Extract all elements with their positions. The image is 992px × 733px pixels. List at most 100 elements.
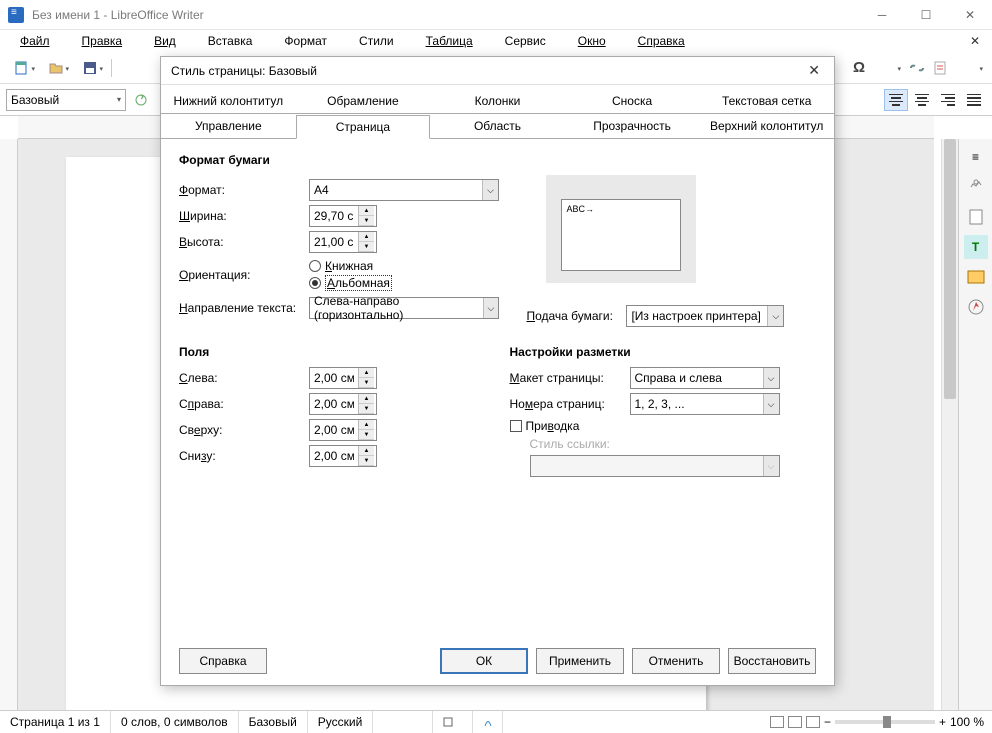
label-refstyle: Стиль ссылки:	[530, 437, 630, 451]
app-icon	[8, 7, 24, 23]
status-selection-mode[interactable]	[433, 711, 473, 733]
papertray-combo[interactable]: [Из настроек принтера]⌵	[626, 305, 784, 327]
dialog-tabs: Нижний колонтитул Обрамление Колонки Сно…	[161, 85, 834, 139]
dialog-title: Стиль страницы: Базовый	[171, 64, 804, 78]
zoom-slider[interactable]: − +	[824, 715, 946, 729]
open-button[interactable]	[40, 57, 72, 79]
close-button[interactable]: ✕	[948, 0, 992, 30]
margin-top-spinner[interactable]: ▲▼	[309, 419, 377, 441]
tab-area[interactable]: Область	[430, 114, 565, 138]
tab-footer[interactable]: Нижний колонтитул	[161, 89, 296, 113]
tab-transparency[interactable]: Прозрачность	[565, 114, 700, 138]
label-orientation: Ориентация:	[179, 268, 309, 282]
vertical-ruler[interactable]	[0, 139, 18, 710]
window-titlebar: Без имени 1 - LibreOffice Writer ─ ☐ ✕	[0, 0, 992, 30]
margin-bottom-spinner[interactable]: ▲▼	[309, 445, 377, 467]
status-insert-mode[interactable]	[373, 711, 433, 733]
align-justify-button[interactable]	[962, 89, 986, 111]
tab-header[interactable]: Верхний колонтитул	[699, 114, 834, 138]
section-layout: Настройки разметки	[510, 345, 817, 359]
zoom-value[interactable]: 100 %	[950, 715, 984, 729]
label-width: Ширина:	[179, 209, 309, 223]
sidebar-properties-icon[interactable]	[964, 175, 988, 199]
menu-window[interactable]: Окно	[562, 32, 622, 50]
dialog-close-button[interactable]: ✕	[804, 62, 824, 79]
height-spinner[interactable]: ▲▼	[309, 231, 377, 253]
ok-button[interactable]: ОК	[440, 648, 528, 674]
doc-close-icon[interactable]: ✕	[962, 32, 988, 50]
menu-help[interactable]: Справка	[622, 32, 701, 50]
radio-portrait[interactable]: Книжная	[309, 259, 392, 273]
status-page[interactable]: Страница 1 из 1	[0, 711, 111, 733]
radio-landscape[interactable]: Альбомная	[309, 275, 392, 291]
pagelayout-combo[interactable]: Справа и слева⌵	[630, 367, 780, 389]
page-preview: ABC→	[561, 199, 681, 271]
apply-button[interactable]: Применить	[536, 648, 624, 674]
footnote-drop[interactable]	[954, 57, 986, 79]
menu-styles[interactable]: Стили	[343, 32, 410, 50]
menu-tools[interactable]: Сервис	[489, 32, 562, 50]
vertical-scrollbar[interactable]	[941, 139, 958, 710]
hyperlink-button[interactable]	[906, 57, 928, 79]
sidebar-navigator-icon[interactable]	[964, 295, 988, 319]
status-signature[interactable]	[473, 711, 503, 733]
label-papertray: Подача бумаги:	[526, 309, 626, 323]
status-bar: Страница 1 из 1 0 слов, 0 символов Базов…	[0, 710, 992, 733]
footnote-button[interactable]	[930, 57, 952, 79]
tab-textgrid[interactable]: Текстовая сетка	[699, 89, 834, 113]
tab-organizer[interactable]: Управление	[161, 114, 296, 138]
label-pagelayout: Макет страницы:	[510, 371, 630, 385]
special-char-drop[interactable]	[872, 57, 904, 79]
align-center-button[interactable]	[910, 89, 934, 111]
tab-footnote[interactable]: Сноска	[565, 89, 700, 113]
menu-table[interactable]: Таблица	[410, 32, 489, 50]
view-book-icon[interactable]	[806, 716, 820, 728]
reset-button[interactable]: Восстановить	[728, 648, 816, 674]
label-textdirection: Направление текста:	[179, 301, 309, 315]
menu-view[interactable]: Вид	[138, 32, 192, 50]
sidebar-styles-icon[interactable]: T	[964, 235, 988, 259]
tab-borders[interactable]: Обрамление	[296, 89, 431, 113]
label-bottom: Снизу:	[179, 449, 309, 463]
label-pagenumbers: Номера страниц:	[510, 397, 630, 411]
label-left: Слева:	[179, 371, 309, 385]
menu-insert[interactable]: Вставка	[192, 32, 269, 50]
special-char-button[interactable]: Ω	[848, 57, 870, 79]
align-right-button[interactable]	[936, 89, 960, 111]
textdirection-combo[interactable]: Слева-направо (горизонтально)⌵	[309, 297, 499, 319]
view-single-icon[interactable]	[770, 716, 784, 728]
cancel-button[interactable]: Отменить	[632, 648, 720, 674]
menu-file[interactable]: Файл	[4, 32, 66, 50]
new-button[interactable]	[6, 57, 38, 79]
sidebar-page-icon[interactable]	[964, 205, 988, 229]
width-spinner[interactable]: ▲▼	[309, 205, 377, 227]
tab-page[interactable]: Страница	[296, 115, 431, 139]
label-format: Формат:	[179, 183, 309, 197]
status-language[interactable]: Русский	[308, 711, 374, 733]
margin-left-spinner[interactable]: ▲▼	[309, 367, 377, 389]
help-button[interactable]: Справка	[179, 648, 267, 674]
status-words[interactable]: 0 слов, 0 символов	[111, 711, 239, 733]
update-style-button[interactable]	[130, 89, 152, 111]
menu-format[interactable]: Формат	[268, 32, 343, 50]
view-multi-icon[interactable]	[788, 716, 802, 728]
save-button[interactable]	[74, 57, 106, 79]
register-checkbox[interactable]: Приводка	[510, 419, 580, 433]
page-style-dialog: Стиль страницы: Базовый ✕ Нижний колонти…	[160, 56, 835, 686]
menu-edit[interactable]: Правка	[66, 32, 139, 50]
section-margins: Поля	[179, 345, 486, 359]
minimize-button[interactable]: ─	[860, 0, 904, 30]
tab-columns[interactable]: Колонки	[430, 89, 565, 113]
sidebar: ≡ T	[958, 139, 992, 710]
paragraph-style-combo[interactable]: Базовый▾	[6, 89, 126, 111]
pagenumbers-combo[interactable]: 1, 2, 3, ...⌵	[630, 393, 780, 415]
maximize-button[interactable]: ☐	[904, 0, 948, 30]
margin-right-spinner[interactable]: ▲▼	[309, 393, 377, 415]
align-left-button[interactable]	[884, 89, 908, 111]
sidebar-settings-icon[interactable]: ≡	[964, 145, 988, 169]
menu-bar: Файл Правка Вид Вставка Формат Стили Таб…	[0, 30, 992, 52]
sidebar-gallery-icon[interactable]	[964, 265, 988, 289]
status-style[interactable]: Базовый	[239, 711, 308, 733]
label-right: Справа:	[179, 397, 309, 411]
format-combo[interactable]: A4⌵	[309, 179, 499, 201]
